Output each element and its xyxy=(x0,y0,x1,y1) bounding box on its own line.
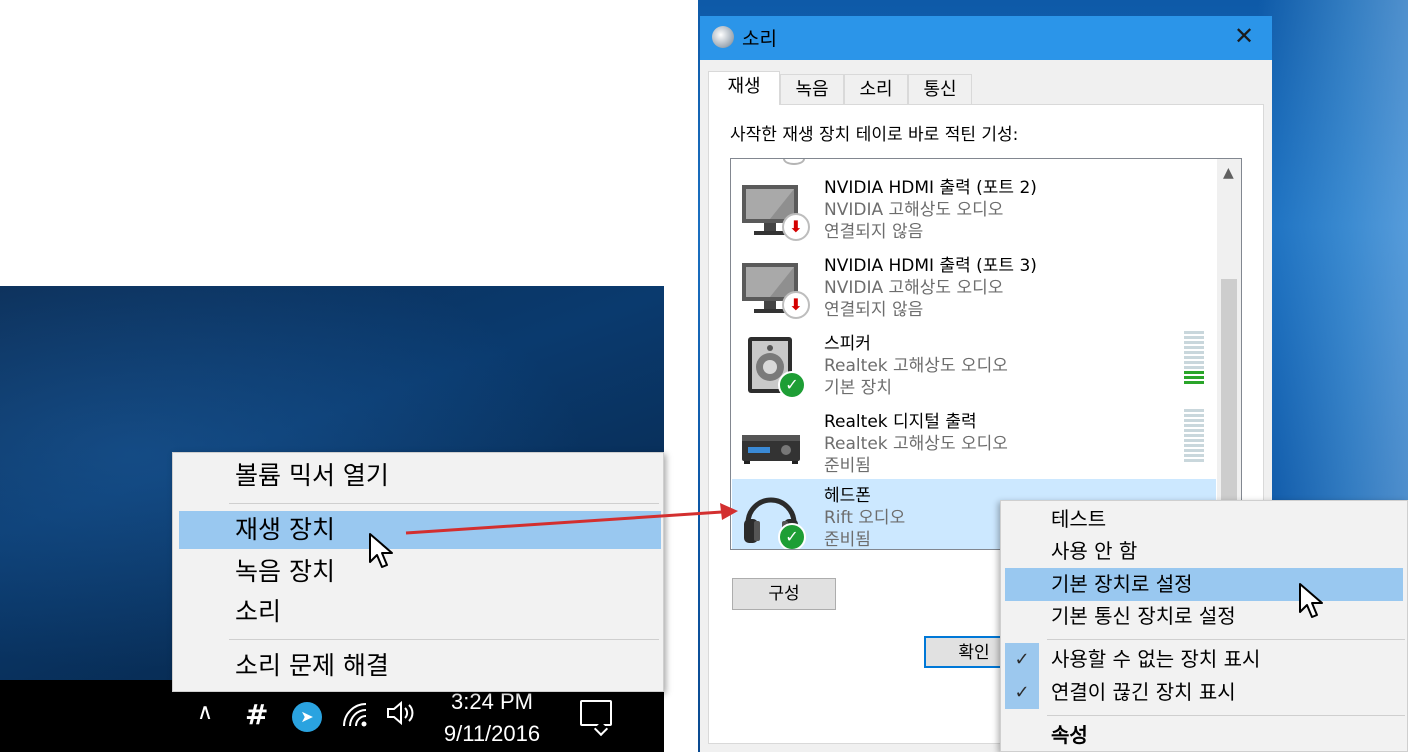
disconnected-badge-icon: ⬇ xyxy=(782,213,810,241)
tab-playback[interactable]: 재생 xyxy=(708,71,780,105)
menu-item-sounds[interactable]: 소리 xyxy=(173,593,663,631)
instruction-text: 사작한 재생 장치 테이로 바로 적틴 기성: xyxy=(730,125,1019,145)
telegram-icon[interactable]: ➤ xyxy=(292,702,322,732)
menu-item-properties[interactable]: 속성 xyxy=(1001,719,1407,752)
default-device-check-icon: ✓ xyxy=(778,371,806,399)
menu-separator xyxy=(1047,639,1405,640)
tab-sounds[interactable]: 소리 xyxy=(844,74,908,104)
receiver-icon xyxy=(742,435,800,464)
menu-item-recording-devices[interactable]: 녹음 장치 xyxy=(173,553,663,591)
level-meter xyxy=(1184,331,1204,389)
close-icon[interactable]: ✕ xyxy=(1234,22,1254,50)
wifi-icon[interactable] xyxy=(342,702,370,734)
clock-date: 9/11/2016 xyxy=(443,721,541,746)
device-row-digital-output[interactable]: Realtek 디지털 출력 Realtek 고해상도 오디오 준비됨 xyxy=(732,405,1216,483)
device-status: 연결되지 않음 xyxy=(824,300,924,320)
menu-separator xyxy=(229,639,659,640)
tab-recording[interactable]: 녹음 xyxy=(780,74,844,104)
menu-item-set-default[interactable]: 기본 장치로 설정 xyxy=(1005,568,1403,601)
level-meter xyxy=(1184,409,1204,467)
menu-item-playback-devices[interactable]: 재생 장치 xyxy=(179,511,661,549)
dialog-title: 소리 xyxy=(742,28,777,50)
volume-icon[interactable] xyxy=(386,700,416,732)
device-status: 준비됨 xyxy=(824,530,871,550)
device-row-hdmi-3[interactable]: ⬇ NVIDIA HDMI 출력 (포트 3) NVIDIA 고해상도 오디오 … xyxy=(732,249,1216,327)
clock[interactable]: 3:24 PM 9/11/2016 xyxy=(430,686,554,750)
menu-separator xyxy=(1047,715,1405,716)
scroll-up-icon[interactable]: ▲ xyxy=(1223,165,1234,181)
device-row-hdmi-2[interactable]: ⬇ NVIDIA HDMI 출력 (포트 2) NVIDIA 고해상도 오디오 … xyxy=(732,171,1216,249)
menu-item-set-default-comm[interactable]: 기본 통신 장치로 설정 xyxy=(1001,600,1407,633)
menu-item-troubleshoot[interactable]: 소리 문제 해결 xyxy=(173,647,663,685)
volume-context-menu: 볼륨 믹서 열기 재생 장치 녹음 장치 소리 소리 문제 해결 xyxy=(172,452,664,692)
menu-item-disable[interactable]: 사용 안 함 xyxy=(1001,535,1407,568)
menu-item-test[interactable]: 테스트 xyxy=(1001,503,1407,536)
device-status: 연결되지 않음 xyxy=(824,222,924,242)
configure-button[interactable]: 구성 xyxy=(732,578,836,610)
device-status: 준비됨 xyxy=(824,456,871,476)
dialog-titlebar[interactable]: 소리 ✕ xyxy=(700,16,1272,60)
mouse-cursor-icon xyxy=(369,533,393,568)
speaker-icon xyxy=(712,26,734,48)
partial-device-icon xyxy=(783,159,805,165)
menu-separator xyxy=(229,503,659,504)
default-device-check-icon: ✓ xyxy=(778,523,806,549)
menu-item-show-disconnected[interactable]: 연결이 끊긴 장치 표시 xyxy=(1001,676,1407,709)
mouse-cursor-icon xyxy=(1299,583,1323,618)
device-row-speakers[interactable]: ✓ 스피커 Realtek 고해상도 오디오 기본 장치 xyxy=(732,327,1216,405)
device-status: 기본 장치 xyxy=(824,378,892,398)
device-context-menu: 테스트 사용 안 함 기본 장치로 설정 기본 통신 장치로 설정 ✓ 사용할 … xyxy=(1000,500,1408,752)
disconnected-badge-icon: ⬇ xyxy=(782,291,810,319)
device-list[interactable]: ⬇ NVIDIA HDMI 출력 (포트 2) NVIDIA 고해상도 오디오 … xyxy=(730,158,1242,550)
menu-item-show-disabled[interactable]: 사용할 수 없는 장치 표시 xyxy=(1001,643,1407,676)
chevron-up-icon[interactable]: ∧ xyxy=(197,700,213,725)
menu-item-volume-mixer[interactable]: 볼륨 믹서 열기 xyxy=(173,457,663,495)
slack-icon[interactable]: # xyxy=(245,698,268,731)
device-list-scrollbar[interactable]: ▲ xyxy=(1217,159,1241,549)
notification-icon[interactable] xyxy=(580,700,612,726)
tab-communications[interactable]: 통신 xyxy=(908,74,972,104)
